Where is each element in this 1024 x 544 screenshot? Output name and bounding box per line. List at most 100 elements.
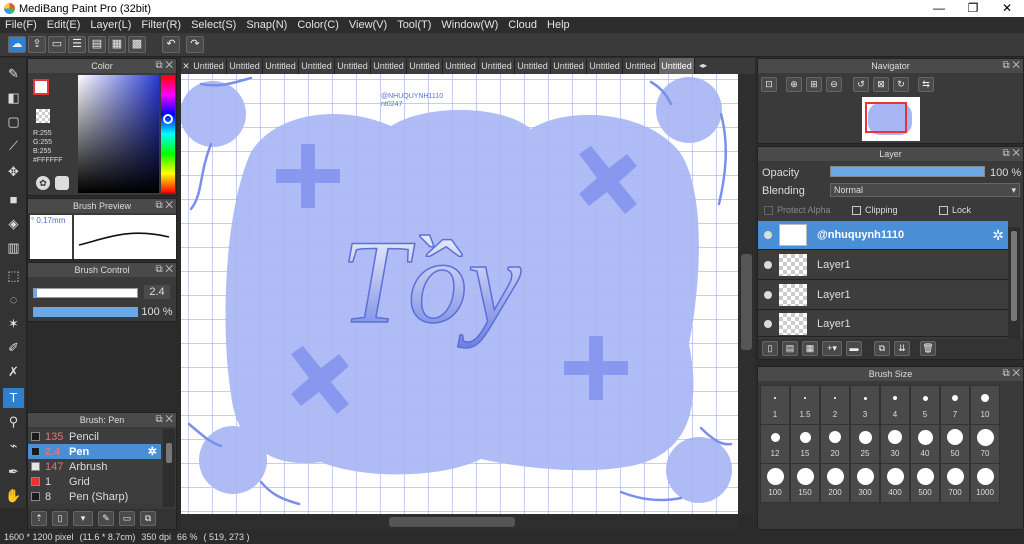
gradient-tool-icon[interactable]: ▥ — [3, 238, 24, 258]
menu-snap[interactable]: Snap(N) — [241, 19, 292, 31]
menu-file[interactable]: File(F) — [0, 19, 42, 31]
brush-size-option[interactable]: 100 — [760, 463, 790, 503]
brush-list-scrollbar[interactable] — [163, 429, 175, 507]
rotate-left-icon[interactable]: ↺ — [853, 77, 869, 92]
brush-size-option[interactable]: 4 — [880, 385, 910, 425]
protect-alpha-checkbox[interactable] — [764, 205, 773, 215]
tab-untitled[interactable]: Untitled — [587, 58, 623, 74]
brush-size-option[interactable]: 500 — [910, 463, 940, 503]
new-brush-icon[interactable]: ▯ — [52, 511, 68, 526]
tab-untitled[interactable]: Untitled — [191, 58, 227, 74]
brush-size-option[interactable]: 1 — [760, 385, 790, 425]
lock-checkbox[interactable] — [939, 205, 948, 215]
layer-row[interactable]: Layer1 — [758, 251, 1008, 280]
fill-rect-tool-icon[interactable]: ■ — [3, 190, 24, 210]
tab-untitled[interactable]: Untitled — [371, 58, 407, 74]
brush-size-option[interactable]: 40 — [910, 424, 940, 464]
select-eraser-tool-icon[interactable]: ✗ — [3, 362, 24, 382]
gear-icon[interactable]: ✲ — [148, 445, 157, 458]
undo-icon[interactable]: ↶ — [162, 36, 180, 53]
tab-untitled[interactable]: Untitled — [263, 58, 299, 74]
vertical-scroll-thumb[interactable] — [741, 254, 752, 350]
brush-tool-icon[interactable]: ✎ — [3, 64, 24, 84]
layer-visibility-icon[interactable] — [764, 291, 772, 299]
tab-untitled[interactable]: Untitled — [299, 58, 335, 74]
horizontal-scroll-thumb[interactable] — [389, 517, 515, 527]
close-button[interactable]: ✕ — [990, 0, 1024, 17]
layer-visibility-icon[interactable] — [764, 261, 772, 269]
new-1bit-layer-icon[interactable]: ▦ — [802, 341, 818, 356]
menu-layer[interactable]: Layer(L) — [85, 19, 136, 31]
canvas-vertical-scrollbar[interactable] — [738, 74, 755, 514]
brush-size-option[interactable]: 10 — [970, 385, 1000, 425]
brush-size-option[interactable]: 2 — [820, 385, 850, 425]
menu-color[interactable]: Color(C) — [292, 19, 344, 31]
color-sliders-icon[interactable] — [55, 176, 69, 190]
tab-untitled[interactable]: Untitled — [443, 58, 479, 74]
panel-float-close-icon[interactable]: ⧉ ✕ — [1002, 59, 1020, 73]
brush-size-option[interactable]: 7 — [940, 385, 970, 425]
magic-wand-tool-icon[interactable]: ✶ — [3, 314, 24, 334]
new-halftone-layer-icon[interactable]: ▤ — [782, 341, 798, 356]
brush-size-option[interactable]: 1000 — [970, 463, 1000, 503]
brush-size-option[interactable]: 25 — [850, 424, 880, 464]
panel-float-close-icon[interactable]: ⧉ ✕ — [155, 199, 173, 213]
foreground-color-swatch[interactable] — [33, 79, 49, 95]
text-tool-icon[interactable]: T — [3, 388, 24, 408]
merge-layer-icon[interactable]: ⇊ — [894, 341, 910, 356]
clipping-checkbox[interactable] — [852, 205, 861, 215]
panel-float-close-icon[interactable]: ⧉ ✕ — [155, 59, 173, 73]
hue-slider-handle[interactable] — [163, 114, 173, 124]
gear-icon[interactable]: ✲ — [992, 227, 1004, 244]
panel-float-close-icon[interactable]: ⧉ ✕ — [1002, 367, 1020, 381]
bucket-tool-icon[interactable]: ◈ — [3, 214, 24, 234]
brush-size-option[interactable]: 30 — [880, 424, 910, 464]
brush-size-option[interactable]: 50 — [940, 424, 970, 464]
drawing-canvas[interactable]: @NHUQUYNH1110 nt0247 Tồy — [181, 74, 738, 514]
edit-brush-icon[interactable]: ✎ — [98, 511, 114, 526]
duplicate-layer-icon[interactable]: ⧉ — [874, 341, 890, 356]
menu-tool[interactable]: Tool(T) — [392, 19, 436, 31]
copy-brush-icon[interactable]: ⧉ — [140, 511, 156, 526]
tab-untitled[interactable]: Untitled — [551, 58, 587, 74]
menu-select[interactable]: Select(S) — [186, 19, 241, 31]
brush-size-option[interactable]: 3 — [850, 385, 880, 425]
eraser-tool-icon[interactable]: ◧ — [3, 88, 24, 108]
add-layer-menu-icon[interactable]: +▾ — [822, 341, 842, 356]
select-tool-icon[interactable]: ⬚ — [3, 266, 24, 286]
tab-untitled-active[interactable]: Untitled — [659, 58, 695, 74]
tab-untitled[interactable]: Untitled — [479, 58, 515, 74]
brush-item[interactable]: 2.4 Pen ✲ — [28, 444, 161, 459]
menu-window[interactable]: Window(W) — [436, 19, 503, 31]
brush-size-option[interactable]: 12 — [760, 424, 790, 464]
tab-untitled[interactable]: Untitled — [335, 58, 371, 74]
tab-untitled[interactable]: Untitled — [227, 58, 263, 74]
panel-float-close-icon[interactable]: ⧉ ✕ — [155, 263, 173, 277]
message-icon[interactable]: ☰ — [68, 36, 86, 53]
zoom-out-icon[interactable]: ⊖ — [826, 77, 842, 92]
rectangle-tool-icon[interactable]: ▢ — [3, 112, 24, 132]
brush-size-option[interactable]: 200 — [820, 463, 850, 503]
document-icon[interactable]: ▤ — [88, 36, 106, 53]
comment-icon[interactable]: ▭ — [48, 36, 66, 53]
tab-untitled[interactable]: Untitled — [515, 58, 551, 74]
brush-item[interactable]: 135 Pencil — [28, 429, 161, 444]
transparent-color-swatch[interactable] — [36, 109, 50, 123]
zoom-actual-icon[interactable]: ⊞ — [806, 77, 822, 92]
panel-float-close-icon[interactable]: ⧉ ✕ — [1002, 147, 1020, 161]
brush-size-value[interactable]: 2.4 — [144, 285, 170, 299]
maximize-button[interactable]: ❐ — [956, 0, 990, 17]
brush-size-option[interactable]: 700 — [940, 463, 970, 503]
line-tool-icon[interactable]: ⟋ — [3, 136, 24, 156]
brush-opacity-slider[interactable] — [33, 307, 138, 317]
close-tab-icon[interactable]: ✕ — [181, 58, 191, 74]
move-tool-icon[interactable]: ✥ — [3, 162, 24, 182]
menu-help[interactable]: Help — [542, 19, 575, 31]
brush-menu-icon[interactable]: ▾ — [73, 511, 93, 526]
brush-size-option[interactable]: 70 — [970, 424, 1000, 464]
brush-item[interactable]: 8 Pen (Sharp) — [28, 489, 161, 504]
tab-scroll-arrows-icon[interactable]: ◂▸ — [695, 58, 711, 74]
layer-folder-icon[interactable]: ▬ — [846, 341, 862, 356]
brush-size-option[interactable]: 1.5 — [790, 385, 820, 425]
operation-tool-icon[interactable]: ⚲ — [3, 412, 24, 432]
